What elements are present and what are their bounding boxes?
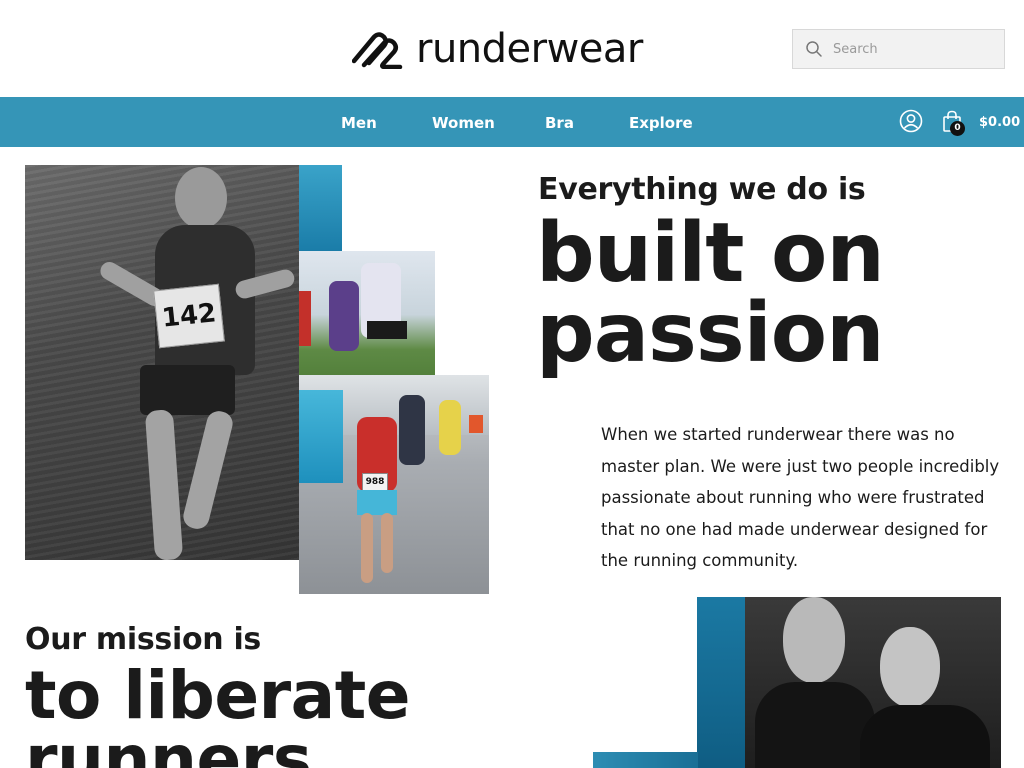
nav-item-explore[interactable]: Explore — [629, 97, 693, 147]
hero-lead-small: Everything we do is — [538, 172, 866, 207]
search-input[interactable] — [833, 41, 993, 57]
runner-bib-number: 142 — [160, 298, 218, 334]
blue-accent-block — [593, 752, 698, 768]
search-icon — [806, 41, 822, 57]
founders-photo — [745, 597, 1001, 768]
main-nav: Men Women Bra Explore — [0, 97, 1024, 147]
site-header: runderwear — [0, 0, 1024, 97]
blue-accent-block — [299, 390, 343, 483]
nav-item-bra[interactable]: Bra — [545, 97, 574, 147]
mission-headline-line1: to liberate — [25, 657, 411, 734]
user-circle-icon[interactable] — [899, 109, 923, 133]
vintage-runner-photo: 142 — [25, 165, 300, 560]
cart-count-badge: 0 — [950, 121, 965, 136]
mission-headline: to liberate runners — [25, 657, 411, 768]
hero-paragraph: When we started runderwear there was no … — [601, 425, 1000, 570]
runner-bib-number: 988 — [365, 477, 385, 487]
brand-mark-icon — [352, 32, 403, 69]
cart-total[interactable]: $0.00 — [979, 97, 1020, 147]
mission-lead-small: Our mission is — [25, 622, 261, 657]
blue-accent-block — [299, 165, 342, 252]
blue-accent-block — [697, 597, 746, 768]
nav-item-men[interactable]: Men — [341, 97, 377, 147]
hero-headline-line2: passion — [536, 286, 884, 381]
mission-headline-line2: runners — [25, 721, 312, 768]
brand-logo[interactable]: runderwear — [352, 27, 643, 71]
hero-headline-line1: built on — [536, 206, 885, 301]
race-runners-photo — [299, 251, 435, 392]
hero-headline: built on passion — [536, 206, 885, 381]
brand-name: runderwear — [416, 26, 643, 72]
nav-item-women[interactable]: Women — [432, 97, 495, 147]
search-box[interactable] — [792, 29, 1005, 69]
